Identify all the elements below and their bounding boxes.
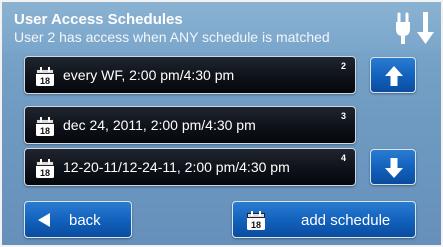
user-access-schedules-screen: User Access Schedules User 2 has access … [0,0,443,247]
scroll-up-button[interactable] [370,57,416,93]
add-schedule-button[interactable]: 18 add schedule [232,201,416,238]
schedule-label: 12-20-11/12-24-11, 2:00 pm/4:30 pm [63,159,290,175]
schedule-row[interactable]: 18 dec 24, 2011, 2:00 pm/4:30 pm 3 [24,106,356,144]
arrow-up-icon [385,66,403,86]
schedule-number: 2 [340,61,346,71]
scroll-down-button[interactable] [370,149,416,185]
calendar-day-text: 18 [251,220,261,230]
schedule-number: 3 [340,111,346,121]
calendar-day-text: 18 [40,76,50,86]
calendar-day-text: 18 [40,126,50,136]
back-button-label: back [69,212,101,229]
schedule-row[interactable]: 18 12-20-11/12-24-11, 2:00 pm/4:30 pm 4 [24,148,356,186]
calendar-day-text: 18 [40,168,50,178]
arrow-down-icon [385,158,403,178]
add-schedule-label: add schedule [301,212,391,229]
header: User Access Schedules User 2 has access … [2,2,441,52]
schedule-label: every WF, 2:00 pm/4:30 pm [63,67,235,83]
calendar-icon: 18 [36,117,54,136]
calendar-icon: 18 [247,211,265,230]
back-button[interactable]: back [24,201,132,238]
schedule-number: 4 [340,153,346,163]
page-title: User Access Schedules [14,11,183,28]
triangle-left-icon [38,213,50,227]
calendar-icon: 18 [36,67,54,86]
calendar-icon: 18 [36,159,54,178]
page-subtitle: User 2 has access when ANY schedule is m… [14,29,330,45]
plug-icon [396,12,434,44]
schedule-label: dec 24, 2011, 2:00 pm/4:30 pm [63,117,256,133]
schedule-row[interactable]: 18 every WF, 2:00 pm/4:30 pm 2 [24,56,356,94]
